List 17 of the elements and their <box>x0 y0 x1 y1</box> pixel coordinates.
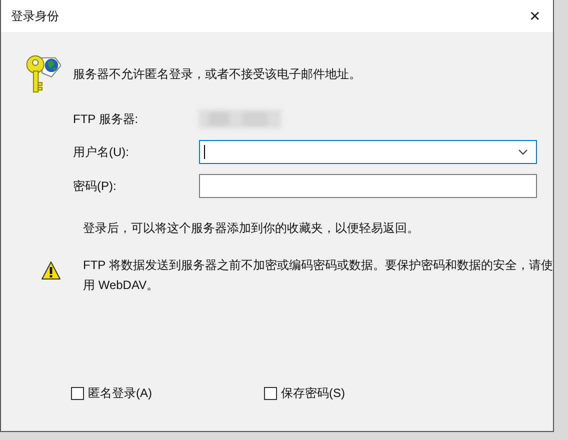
password-label: 密码(P): <box>73 178 118 194</box>
close-button[interactable]: ✕ <box>517 0 553 32</box>
username-combobox[interactable] <box>199 140 537 164</box>
checkbox-label[interactable]: 匿名登录(A) <box>88 385 152 402</box>
checkbox[interactable] <box>71 387 84 400</box>
window-title: 登录身份 <box>11 8 59 24</box>
username-label: 用户名(U): <box>73 144 130 160</box>
password-field[interactable] <box>199 174 537 198</box>
info-text: 登录后，可以将这个服务器添加到你的收藏夹，以便轻易返回。 <box>83 220 420 237</box>
message-text: 服务器不允许匿名登录，或者不接受该电子邮件地址。 <box>73 66 361 83</box>
text-cursor <box>204 145 205 159</box>
warning-text: FTP 将数据发送到服务器之前不加密或编码密码或数据。要保护密码和数据的安全，请使用 WebDAV。 <box>83 257 553 294</box>
server-label: FTP 服务器: <box>73 110 140 128</box>
checkbox-label[interactable]: 保存密码(S) <box>281 385 345 402</box>
checkbox[interactable] <box>264 387 277 400</box>
chevron-down-icon[interactable] <box>518 149 528 155</box>
warning-icon <box>41 261 61 281</box>
